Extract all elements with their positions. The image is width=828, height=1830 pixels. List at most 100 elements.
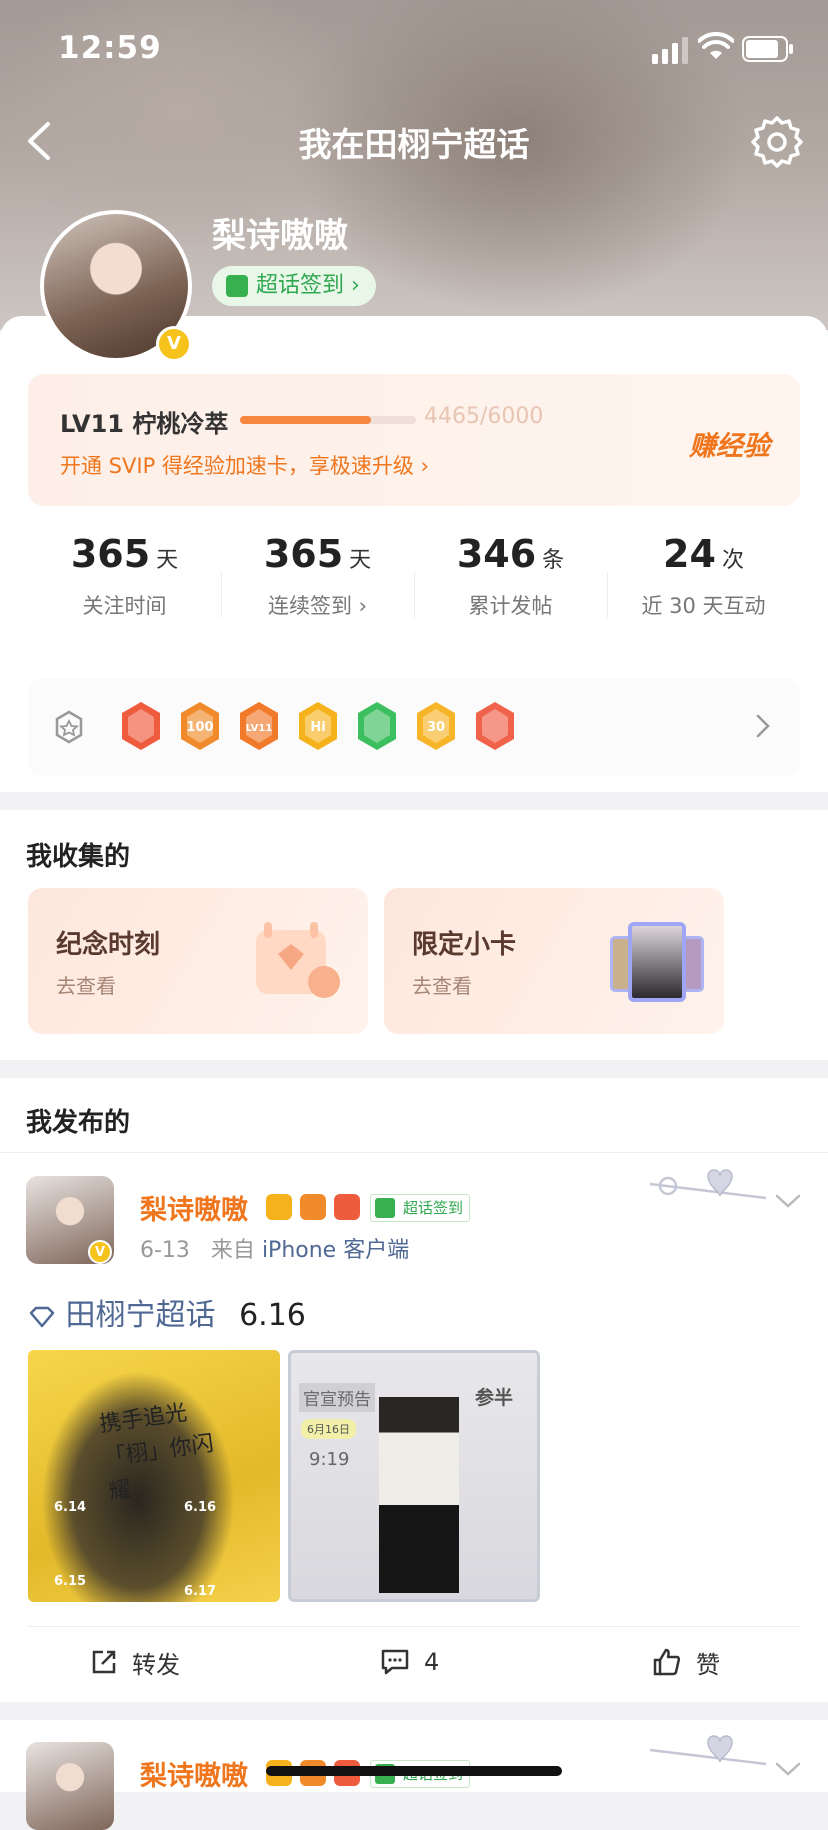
collection-title: 我收集的	[26, 842, 131, 872]
svg-text:LV11: LV11	[246, 723, 273, 734]
poster-date: 6.14	[54, 1500, 87, 1515]
card-title: 纪念时刻	[56, 930, 161, 960]
stat-number: 24	[663, 532, 716, 576]
stat-unit: 天	[156, 548, 179, 573]
post-author-avatar[interactable]	[26, 1742, 114, 1830]
post-item: 梨诗嗷嗷 超话签到	[0, 1720, 828, 1830]
announcement-tag: 官宣预告	[299, 1383, 375, 1412]
comment-button[interactable]: 4	[380, 1627, 439, 1697]
battery-icon	[742, 36, 793, 62]
100-days-medal-icon: 100	[181, 702, 219, 750]
section-separator	[0, 1702, 828, 1720]
verified-badge-icon: V	[88, 1240, 112, 1264]
stat-total-posts: 346 条 累计发帖	[414, 532, 607, 620]
calendar-heart-icon	[256, 922, 340, 998]
medal-row[interactable]: 100 LV11 Hi 30	[28, 678, 800, 776]
cellular-signal-icon	[652, 37, 688, 64]
page-title: 我在田栩宁超话	[298, 125, 530, 164]
poster-caption: 携手追光「栩」你闪耀	[98, 1400, 216, 1505]
svg-text:100: 100	[186, 720, 213, 735]
lv11-medal-icon: LV11	[240, 702, 278, 750]
section-separator	[0, 792, 828, 810]
repost-button[interactable]: 转发	[90, 1627, 180, 1697]
post-content: 田栩宁超话 6.16	[28, 1290, 306, 1334]
sign-in-badge-label: 超话签到	[403, 1199, 464, 1217]
super-topic-link[interactable]: 田栩宁超话	[66, 1298, 216, 1333]
super-topic-diamond-icon	[29, 1306, 55, 1327]
repost-label: 转发	[132, 1650, 180, 1679]
photo-figure	[379, 1397, 459, 1593]
wifi-icon	[698, 32, 734, 59]
section-separator	[0, 1060, 828, 1078]
svip-promo-link[interactable]: 开通 SVIP 得经验加速卡，享极速升级 ›	[60, 450, 429, 480]
chevron-down-icon[interactable]	[774, 1760, 802, 1778]
post-meta: 6-13 来自 iPhone 客户端	[140, 1232, 409, 1264]
level-progress-bar	[240, 416, 416, 424]
photo-card-center	[628, 922, 686, 1002]
thumbs-up-icon	[653, 1648, 681, 1676]
stat-interactions: 24 次 近 30 天互动	[607, 532, 800, 620]
crown-badge-icon	[266, 1194, 292, 1220]
stat-label: 关注时间	[82, 594, 167, 618]
card-title: 限定小卡	[412, 930, 517, 960]
level-progress-text: 4465/6000	[424, 404, 544, 429]
announcement-brand: 参半	[475, 1387, 514, 1409]
stat-number: 346	[456, 532, 537, 576]
calendar-check-icon	[226, 275, 248, 297]
stat-unit: 天	[349, 548, 372, 573]
medal-shield-icon	[55, 710, 83, 744]
svg-text:30: 30	[427, 720, 445, 735]
stat-follow-time: 365 天 关注时间	[28, 532, 221, 620]
poster-date: 6.16	[184, 1500, 217, 1515]
like-button[interactable]: 赞	[652, 1627, 720, 1697]
30-days-medal-icon: 30	[417, 702, 455, 750]
level-progress-fill	[240, 416, 371, 424]
rock-hand-medal-icon	[476, 702, 514, 750]
rabbit-badge-icon	[334, 1194, 360, 1220]
level-card[interactable]: LV11 柠桃冷萃 4465/6000 开通 SVIP 得经验加速卡，享极速升级…	[28, 374, 800, 506]
memorial-moments-card[interactable]: 纪念时刻 去查看	[28, 888, 368, 1034]
stats-row: 365 天 关注时间 365 天 连续签到 › 346 条 累计发帖 24 次 近 30…	[28, 532, 800, 662]
post-source-label: 来自	[210, 1238, 255, 1263]
limited-cards-card[interactable]: 限定小卡 去查看	[384, 888, 724, 1034]
post-author-name[interactable]: 梨诗嗷嗷	[140, 1188, 248, 1227]
status-time: 12:59	[58, 30, 162, 66]
fan-badge-icon	[300, 1194, 326, 1220]
hands-medal-icon	[358, 702, 396, 750]
svg-text:Hi: Hi	[310, 720, 325, 735]
stat-unit: 次	[721, 548, 744, 573]
stat-number: 365	[70, 532, 151, 576]
heart-arrow-decoration-icon	[649, 1169, 767, 1200]
earn-exp-button[interactable]: 赚经验	[689, 424, 770, 463]
stat-sign-in-streak[interactable]: 365 天 连续签到 ›	[221, 532, 414, 620]
super-topic-sign-in-button[interactable]: 超话签到 ›	[212, 266, 376, 306]
post-author-name[interactable]: 梨诗嗷嗷	[140, 1754, 248, 1793]
stat-label: 连续签到 ›	[267, 594, 368, 618]
post-text: 6.16	[239, 1298, 306, 1333]
stat-number: 365	[263, 532, 344, 576]
user-name: 梨诗嗷嗷	[212, 216, 348, 256]
calendar-check-icon	[375, 1198, 395, 1218]
stat-label: 累计发帖	[468, 594, 553, 618]
comment-icon	[381, 1649, 409, 1675]
settings-gear-icon[interactable]	[750, 114, 804, 168]
repost-icon	[92, 1650, 116, 1674]
post-date: 6-13	[140, 1238, 190, 1263]
card-subtitle: 去查看	[412, 974, 472, 998]
stat-label: 近 30 天互动	[641, 594, 766, 618]
poster-date: 6.17	[184, 1584, 217, 1599]
announcement-time: 9:19	[309, 1449, 350, 1470]
chevron-down-icon[interactable]	[774, 1192, 802, 1210]
hi-medal-icon: Hi	[299, 702, 337, 750]
sign-in-label: 超话签到 ›	[256, 273, 360, 298]
card-subtitle: 去查看	[56, 974, 116, 998]
posts-section-title: 我发布的	[26, 1108, 131, 1138]
rabbit-medal-icon	[122, 702, 160, 750]
post-image-announcement[interactable]: 官宣预告 参半 6月16日 9:19	[288, 1350, 540, 1602]
home-indicator	[266, 1766, 562, 1776]
stat-unit: 条	[542, 548, 565, 573]
post-image-poster[interactable]: 携手追光「栩」你闪耀 6.14 6.16 6.15 6.17	[28, 1350, 280, 1602]
status-bar: 12:59	[0, 0, 828, 100]
post-device[interactable]: iPhone 客户端	[262, 1238, 409, 1263]
level-name: LV11 柠桃冷萃	[60, 410, 229, 438]
